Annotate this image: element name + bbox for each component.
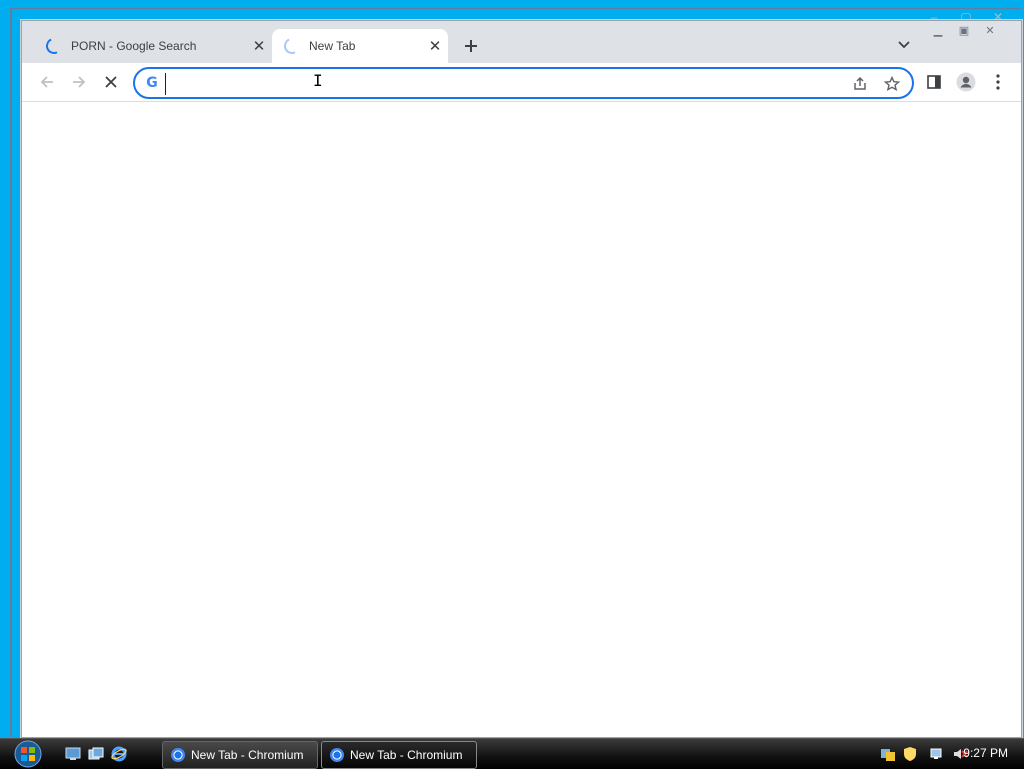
side-panel-button[interactable] [920,68,948,96]
share-icon [854,76,866,90]
tab-porn-google-search[interactable]: PORN - Google Search ✕ [34,29,272,63]
switch-windows-icon[interactable] [87,745,105,763]
omnibox-input[interactable] [165,73,810,95]
taskbar-item-label: New Tab - Chromium [191,748,304,762]
loading-spinner-icon [281,35,303,57]
window-controls: ▁ ▣ ✕ [925,21,1003,39]
tab-close-icon[interactable]: ✕ [250,37,268,55]
stop-icon [105,76,117,88]
star-icon [884,76,900,91]
address-bar[interactable]: G [133,67,914,99]
stop-button[interactable] [97,68,125,96]
forward-button[interactable] [65,68,93,96]
tab-new-tab[interactable]: New Tab ✕ [272,29,448,63]
chromium-icon [330,748,344,762]
security-shield-icon[interactable] [902,746,918,762]
tab-search-button[interactable] [894,35,914,55]
loading-spinner-icon [43,35,65,57]
forward-icon [73,76,86,88]
show-desktop-icon[interactable] [64,745,82,763]
share-button[interactable] [849,73,871,95]
toolbar: G [22,63,1021,102]
minimize-button[interactable]: ▁ [925,21,951,39]
windows-logo-icon [14,740,42,768]
page-content [22,102,1021,737]
side-panel-icon [927,75,941,89]
new-tab-button[interactable] [460,35,482,57]
tab-strip: PORN - Google Search ✕ New Tab ✕ ▁ ▣ ✕ [22,21,1021,63]
back-button[interactable] [33,68,61,96]
maximize-button[interactable]: ▣ [951,21,977,39]
bookmark-button[interactable] [881,73,903,95]
profile-button[interactable] [952,68,980,96]
text-cursor-icon: I [313,71,323,90]
clock[interactable]: 9:27 PM [963,746,1008,760]
plus-icon [465,40,477,52]
tab-title: PORN - Google Search [71,39,197,53]
menu-button[interactable] [984,68,1012,96]
internet-explorer-icon[interactable] [110,745,128,763]
chromium-window: PORN - Google Search ✕ New Tab ✕ ▁ ▣ ✕ G [21,20,1022,738]
back-icon [40,76,53,88]
chromium-icon [171,748,185,762]
desktop-icon [65,747,81,760]
taskbar: New Tab - Chromium New Tab - Chromium 9:… [0,738,1024,769]
tab-close-icon[interactable]: ✕ [426,37,444,55]
ie-icon [111,746,127,762]
taskbar-item-chromium-2[interactable]: New Tab - Chromium [321,741,477,769]
avatar-icon [956,72,976,92]
close-button[interactable]: ✕ [977,21,1003,39]
kebab-menu-icon [996,74,1000,90]
taskbar-item-chromium-1[interactable]: New Tab - Chromium [162,741,318,769]
taskbar-item-label: New Tab - Chromium [350,748,463,762]
start-button[interactable] [8,739,48,769]
network-icon[interactable] [880,746,896,762]
chevron-down-icon [898,41,910,49]
tab-title: New Tab [309,39,356,53]
network-status-icon[interactable] [930,746,946,762]
windows-switch-icon [88,747,104,760]
google-icon: G [146,75,158,91]
